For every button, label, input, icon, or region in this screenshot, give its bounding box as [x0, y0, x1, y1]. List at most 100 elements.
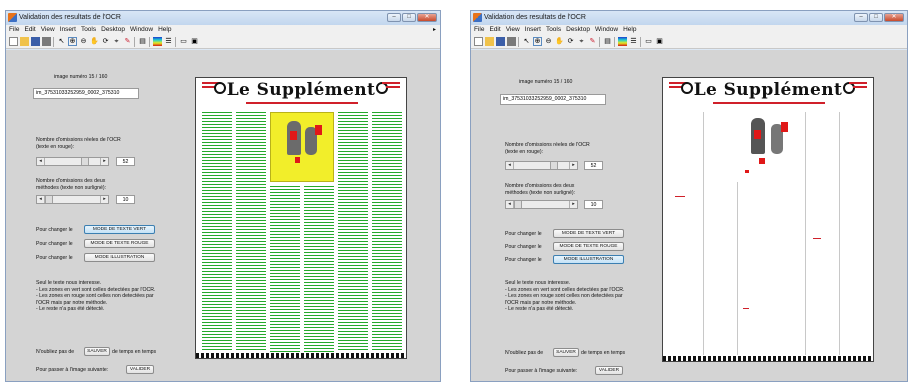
- brush-icon[interactable]: ✎: [588, 37, 597, 46]
- slider-thumb[interactable]: [45, 196, 53, 203]
- mode-red-text-button[interactable]: MODE DE TEXTE ROUGE: [84, 239, 155, 248]
- mode-illustration-button[interactable]: MODE ILLUSTRATION: [553, 255, 624, 264]
- mode-green-text-button[interactable]: MODE DE TEXTE VERT: [84, 225, 155, 234]
- close-button[interactable]: ✕: [884, 13, 904, 22]
- save-icon[interactable]: [496, 37, 505, 46]
- omissions-ocr-slider[interactable]: ◂ ▸: [505, 161, 578, 170]
- open-icon[interactable]: [485, 37, 494, 46]
- toolbar-separator: [614, 36, 616, 47]
- text-column-ocr: [372, 112, 402, 352]
- colorbar-icon[interactable]: [153, 37, 162, 46]
- pan-icon[interactable]: ✋: [90, 37, 99, 46]
- zoom-out-icon[interactable]: ⊖: [79, 37, 88, 46]
- menu-file[interactable]: File: [9, 25, 19, 35]
- menu-window[interactable]: Window: [130, 25, 153, 35]
- slider-thumb[interactable]: [550, 162, 558, 169]
- menu-edit[interactable]: Edit: [489, 25, 500, 35]
- menu-desktop[interactable]: Desktop: [101, 25, 125, 35]
- hide-tools-icon[interactable]: ▭: [179, 37, 188, 46]
- omissions-both-slider[interactable]: ◂ ▸: [36, 195, 109, 204]
- maximize-button[interactable]: □: [869, 13, 883, 22]
- omissions-both-value: 10: [116, 195, 135, 204]
- slider-thumb[interactable]: [81, 158, 89, 165]
- toolbar-separator: [599, 36, 601, 47]
- slider-right-arrow-icon[interactable]: ▸: [100, 158, 108, 165]
- hide-tools-icon[interactable]: ▭: [644, 37, 653, 46]
- menu-desktop[interactable]: Desktop: [566, 25, 590, 35]
- menu-file[interactable]: File: [474, 25, 484, 35]
- slider-left-arrow-icon[interactable]: ◂: [506, 162, 514, 169]
- omissions-ocr-slider[interactable]: ◂ ▸: [36, 157, 109, 166]
- mode-red-text-button[interactable]: MODE DE TEXTE ROUGE: [553, 242, 624, 251]
- validate-button[interactable]: VALIDER: [595, 366, 623, 375]
- minimize-button[interactable]: –: [387, 13, 401, 22]
- print-icon[interactable]: [507, 37, 516, 46]
- image-counter: image numéro 15 / 160: [519, 79, 573, 85]
- mode-illustration-button[interactable]: MODE ILLUSTRATION: [84, 253, 155, 262]
- menu-help[interactable]: Help: [623, 25, 636, 35]
- menu-tools[interactable]: Tools: [546, 25, 561, 35]
- minimize-button[interactable]: –: [854, 13, 868, 22]
- column-divider: [805, 112, 806, 355]
- open-icon[interactable]: [20, 37, 29, 46]
- menu-overflow-icon[interactable]: ▸: [433, 25, 436, 35]
- data-cursor-icon[interactable]: ⌖: [112, 37, 121, 46]
- show-tools-icon[interactable]: ▣: [190, 37, 199, 46]
- torn-edge: [196, 353, 406, 358]
- toolbar-separator: [518, 36, 520, 47]
- new-icon[interactable]: [9, 37, 18, 46]
- instructions-text: Seul le texte nous interesse. - Les zone…: [505, 280, 625, 312]
- omissions-both-slider[interactable]: ◂ ▸: [505, 200, 578, 209]
- data-cursor-icon[interactable]: ⌖: [577, 37, 586, 46]
- slider-right-arrow-icon[interactable]: ▸: [100, 196, 108, 203]
- close-button[interactable]: ✕: [417, 13, 437, 22]
- figure-client-area: image numéro 15 / 160 im_37531033252959_…: [471, 50, 907, 381]
- pan-icon[interactable]: ✋: [555, 37, 564, 46]
- filename-field[interactable]: im_37531033252959_0002_375310: [500, 94, 606, 105]
- link-icon[interactable]: ▤: [603, 37, 612, 46]
- rotate-icon[interactable]: ⟳: [101, 37, 110, 46]
- zoom-in-icon[interactable]: ⊕: [68, 37, 77, 46]
- slider-thumb[interactable]: [514, 201, 522, 208]
- red-zone: [386, 86, 400, 88]
- pointer-icon[interactable]: ↖: [57, 37, 66, 46]
- zoom-out-icon[interactable]: ⊖: [544, 37, 553, 46]
- omissions-ocr-label: Nombre d'omissions réeles de l'OCR (text…: [36, 137, 121, 150]
- save-icon[interactable]: [31, 37, 40, 46]
- slider-left-arrow-icon[interactable]: ◂: [506, 201, 514, 208]
- text-column-ocr: [236, 112, 266, 352]
- new-icon[interactable]: [474, 37, 483, 46]
- zoom-in-icon[interactable]: ⊕: [533, 37, 542, 46]
- legend-icon[interactable]: ☰: [629, 37, 638, 46]
- menu-view[interactable]: View: [506, 25, 520, 35]
- filename-field[interactable]: im_37531033252959_0002_375310: [33, 88, 139, 99]
- link-icon[interactable]: ▤: [138, 37, 147, 46]
- slider-right-arrow-icon[interactable]: ▸: [569, 201, 577, 208]
- red-zone: [382, 82, 400, 84]
- pointer-icon[interactable]: ↖: [522, 37, 531, 46]
- maximize-button[interactable]: □: [402, 13, 416, 22]
- show-tools-icon[interactable]: ▣: [655, 37, 664, 46]
- print-icon[interactable]: [42, 37, 51, 46]
- figure-client-area: image numéro 15 / 160 im_37531033252959_…: [6, 50, 440, 381]
- slider-left-arrow-icon[interactable]: ◂: [37, 158, 45, 165]
- menu-window[interactable]: Window: [595, 25, 618, 35]
- save-button[interactable]: SAUVER: [84, 347, 110, 356]
- save-button[interactable]: SAUVER: [553, 348, 579, 357]
- slider-left-arrow-icon[interactable]: ◂: [37, 196, 45, 203]
- legend-icon[interactable]: ☰: [164, 37, 173, 46]
- menu-insert[interactable]: Insert: [60, 25, 76, 35]
- validate-button[interactable]: VALIDER: [126, 365, 154, 374]
- menu-tools[interactable]: Tools: [81, 25, 96, 35]
- colorbar-icon[interactable]: [618, 37, 627, 46]
- menu-view[interactable]: View: [41, 25, 55, 35]
- menu-insert[interactable]: Insert: [525, 25, 541, 35]
- menu-help[interactable]: Help: [158, 25, 171, 35]
- slider-right-arrow-icon[interactable]: ▸: [569, 162, 577, 169]
- menu-edit[interactable]: Edit: [24, 25, 35, 35]
- omissions-both-label: Nombre d'omissions des deux méthodes (te…: [505, 183, 576, 196]
- mode-green-text-button[interactable]: MODE DE TEXTE VERT: [553, 229, 624, 238]
- rotate-icon[interactable]: ⟳: [566, 37, 575, 46]
- brush-icon[interactable]: ✎: [123, 37, 132, 46]
- red-zone: [743, 308, 749, 309]
